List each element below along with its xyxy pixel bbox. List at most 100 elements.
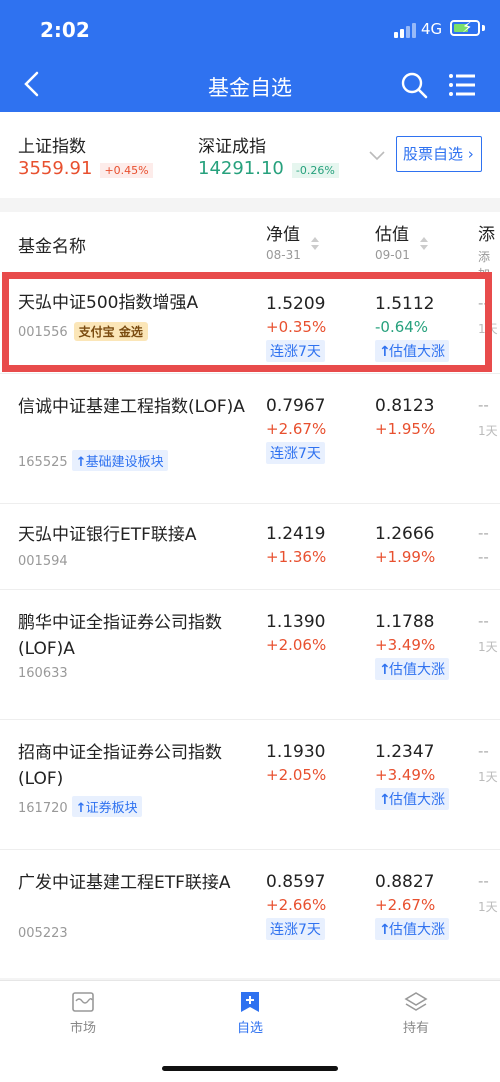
fund-nav-change: +2.05% <box>266 766 327 784</box>
fund-tag: 证券板块 <box>85 801 138 816</box>
battery-icon: ⚡ <box>450 18 480 36</box>
arrow-up-icon: ↑ <box>75 801 87 816</box>
tab-label: 持有 <box>402 1021 429 1036</box>
fund-nav: 1.1930 <box>266 742 326 762</box>
signal-icon <box>394 22 416 38</box>
fund-nav: 1.2419 <box>266 524 326 544</box>
fund-name: 招商中证全指证券公司指数(LOF) <box>18 743 222 789</box>
fund-estimate: 1.2347 <box>375 742 435 762</box>
sort-icon[interactable] <box>311 237 319 251</box>
fund-estimate: 0.8123 <box>375 396 435 416</box>
column-extra: 添 <box>478 225 495 245</box>
tab-label: 市场 <box>69 1021 96 1036</box>
index-change: +0.45% <box>100 163 153 178</box>
fund-nav: 0.8597 <box>266 872 326 892</box>
fund-estimate: 1.2666 <box>375 524 435 544</box>
fund-estimate-change: +3.49% <box>375 766 436 784</box>
fund-extra-dash: -- <box>478 396 489 414</box>
stock-watchlist-button[interactable]: 股票自选 › <box>396 136 482 172</box>
fund-code: 161720 <box>18 801 68 816</box>
fund-row[interactable]: 广发中证基建工程ETF联接A 005223 0.8597 +2.66% 连涨7天… <box>0 850 500 978</box>
fund-estimate: 0.8827 <box>375 872 435 892</box>
fund-extra: 1天 <box>478 640 498 654</box>
app-header: 2:02 4G ⚡ 基金自选 <box>0 0 500 112</box>
index-value: 3559.91 <box>18 158 93 179</box>
fund-row[interactable]: 信诚中证基建工程指数(LOF)A 165525 ↑基础建设板块 0.7967 +2… <box>0 374 500 504</box>
table-header: 基金名称 净值 08-31 估值 09-01 添 添加 <box>0 212 500 281</box>
tab-market[interactable]: 市场 <box>43 991 123 1036</box>
column-nav[interactable]: 净值 <box>266 220 300 245</box>
fund-name: 信诚中证基建工程指数(LOF)A <box>18 397 245 417</box>
index-change: -0.26% <box>291 163 339 178</box>
index-name: 深证成指 <box>198 137 266 157</box>
fund-nav-change: +2.66% <box>266 896 327 914</box>
fund-estimate-badge: 估值大涨 <box>389 792 445 808</box>
network-label: 4G <box>421 20 443 38</box>
tab-holdings[interactable]: 持有 <box>376 991 456 1036</box>
arrow-up-icon: ↑ <box>379 922 391 938</box>
fund-code: 165525 <box>18 455 68 470</box>
fund-nav: 1.1390 <box>266 612 326 632</box>
back-arrow-icon[interactable] <box>20 70 44 98</box>
fund-name: 广发中证基建工程ETF联接A <box>18 873 231 893</box>
fund-extra-dash: -- <box>478 742 489 760</box>
status-bar: 2:02 4G ⚡ <box>0 0 500 60</box>
stock-watchlist-label: 股票自选 <box>403 145 464 163</box>
search-icon[interactable] <box>400 71 428 99</box>
column-estimate[interactable]: 估值 <box>375 220 409 245</box>
list-menu-icon[interactable] <box>448 72 476 98</box>
fund-extra-dash: -- <box>478 524 489 542</box>
fund-name: 天弘中证银行ETF联接A <box>18 525 197 545</box>
fund-estimate-badge: 估值大涨 <box>389 922 445 938</box>
index-shenzhen[interactable]: 深证成指 14291.10 -0.26% <box>198 132 339 179</box>
tab-watchlist[interactable]: 自选 <box>210 991 290 1036</box>
fund-extra-dash: -- <box>478 872 489 890</box>
column-nav-date: 08-31 <box>266 248 301 262</box>
watchlist-icon <box>241 992 259 1012</box>
arrow-up-icon: ↑ <box>379 792 391 808</box>
fund-code: 001594 <box>18 554 68 569</box>
highlight-box <box>2 272 492 372</box>
sort-icon[interactable] <box>420 237 428 251</box>
fund-row[interactable]: 鹏华中证全指证券公司指数(LOF)A 160633 1.1390 +2.06% … <box>0 590 500 720</box>
fund-estimate-change: +2.67% <box>375 896 436 914</box>
fund-extra: 1天 <box>478 424 498 438</box>
fund-estimate: 1.1788 <box>375 612 435 632</box>
index-name: 上证指数 <box>18 137 86 157</box>
fund-nav-change: +2.06% <box>266 636 327 654</box>
fund-nav-change: +1.36% <box>266 548 327 566</box>
page-title: 基金自选 <box>208 76 292 100</box>
fund-code: 160633 <box>18 666 68 681</box>
tab-label: 自选 <box>236 1021 263 1036</box>
chevron-down-icon[interactable] <box>368 150 386 162</box>
fund-tag: 基础建设板块 <box>85 455 164 470</box>
holdings-icon <box>404 992 428 1011</box>
fund-row[interactable]: 天弘中证银行ETF联接A 001594 1.2419 +1.36% 1.2666… <box>0 504 500 590</box>
fund-nav: 0.7967 <box>266 396 326 416</box>
fund-estimate-change: +1.95% <box>375 420 436 438</box>
chevron-right-icon: › <box>463 145 474 163</box>
fund-name: 鹏华中证全指证券公司指数(LOF)A <box>18 613 222 659</box>
status-time: 2:02 <box>40 18 90 42</box>
arrow-up-icon: ↑ <box>379 662 391 678</box>
fund-extra: 1天 <box>478 900 498 914</box>
market-icon <box>72 992 94 1012</box>
fund-row[interactable]: 招商中证全指证券公司指数(LOF) 161720 ↑证券板块 1.1930 +2.… <box>0 720 500 850</box>
fund-extra-dash: -- <box>478 548 489 566</box>
index-value: 14291.10 <box>198 158 284 179</box>
fund-code: 005223 <box>18 926 68 941</box>
home-indicator <box>162 1066 338 1071</box>
battery-tip <box>482 25 485 31</box>
fund-estimate-change: +1.99% <box>375 548 436 566</box>
fund-estimate-badge: 估值大涨 <box>389 662 445 678</box>
arrow-up-icon: ↑ <box>75 455 87 470</box>
fund-nav-badge: 连涨7天 <box>266 918 325 940</box>
index-shanghai[interactable]: 上证指数 3559.91 +0.45% <box>18 132 153 179</box>
column-estimate-date: 09-01 <box>375 248 410 262</box>
fund-extra: 1天 <box>478 770 498 784</box>
column-fund-name: 基金名称 <box>18 237 86 257</box>
fund-estimate-change: +3.49% <box>375 636 436 654</box>
fund-nav-change: +2.67% <box>266 420 327 438</box>
fund-nav-badge: 连涨7天 <box>266 442 325 464</box>
fund-extra-dash: -- <box>478 612 489 630</box>
